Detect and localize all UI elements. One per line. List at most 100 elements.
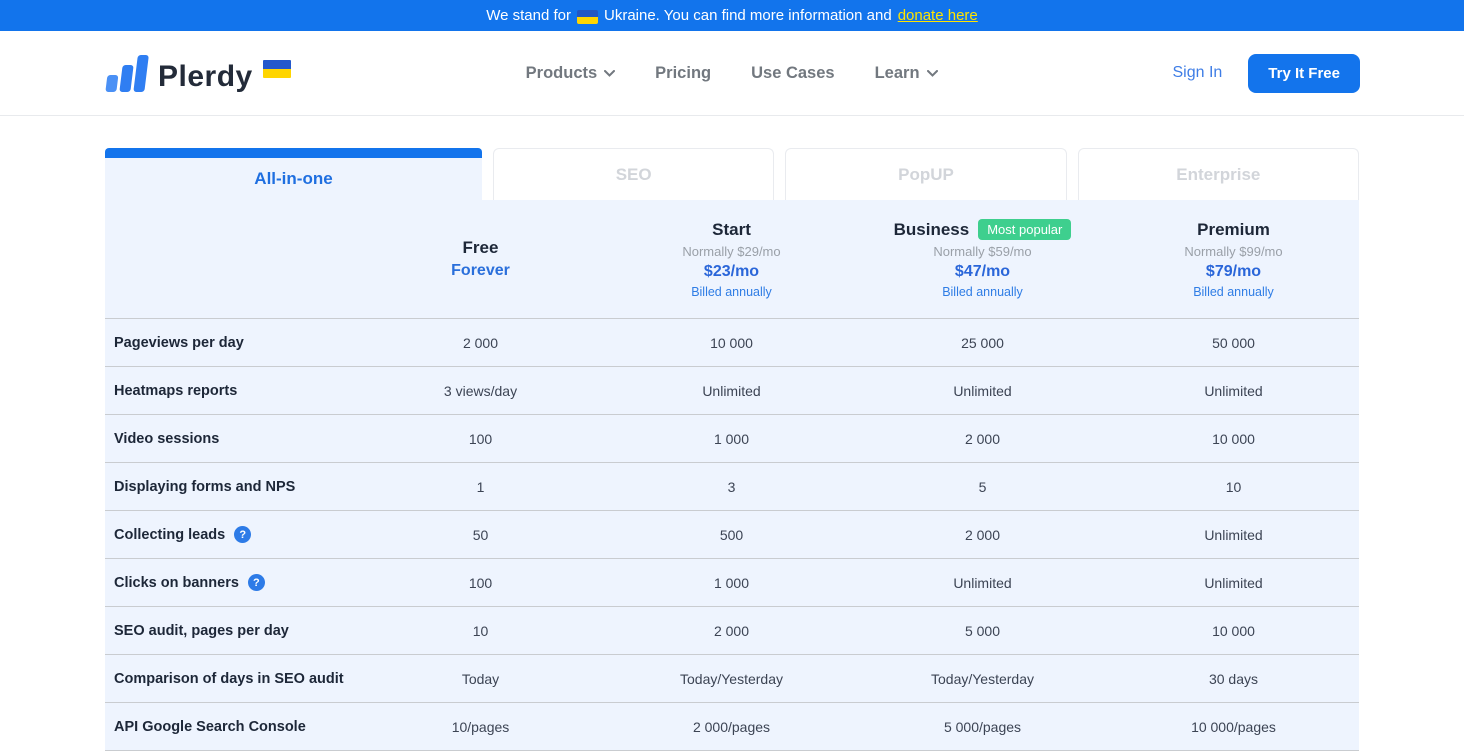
tab-popup[interactable]: PopUP xyxy=(785,148,1066,200)
feature-label: Comparison of days in SEO audit xyxy=(114,671,344,687)
brand-wordmark: Plerdy xyxy=(158,62,253,92)
feature-value: 1 000 xyxy=(606,559,857,606)
banner-text-after: Ukraine. You can find more information a… xyxy=(604,7,892,24)
feature-value: 10/pages xyxy=(355,703,606,750)
feature-value: Today xyxy=(355,655,606,702)
donate-link[interactable]: donate here xyxy=(898,7,978,24)
feature-value: 25 000 xyxy=(857,319,1108,366)
nav-item-learn[interactable]: Learn xyxy=(875,64,938,83)
tab-enterprise[interactable]: Enterprise xyxy=(1078,148,1359,200)
feature-value: 10 xyxy=(1108,463,1359,510)
most-popular-badge: Most popular xyxy=(978,219,1071,240)
sign-in-link[interactable]: Sign In xyxy=(1172,64,1222,82)
plan-billing-note: Billed annually xyxy=(942,285,1023,299)
feature-value: 100 xyxy=(355,559,606,606)
feature-value: Unlimited xyxy=(1108,367,1359,414)
feature-value: 10 000 xyxy=(606,319,857,366)
plans-header: Free Forever Start Normally $29/mo $23/m… xyxy=(105,200,1359,318)
plan-normal-price: Normally $59/mo xyxy=(933,244,1031,259)
feature-value: 5 000/pages xyxy=(857,703,1108,750)
feature-value: Today/Yesterday xyxy=(606,655,857,702)
feature-value: Unlimited xyxy=(606,367,857,414)
feature-value: 10 xyxy=(355,607,606,654)
feature-value: Today/Yesterday xyxy=(857,655,1108,702)
feature-value: 1 xyxy=(355,463,606,510)
feature-label: Pageviews per day xyxy=(114,335,244,351)
help-icon[interactable]: ? xyxy=(234,526,251,543)
plan-billing-note: Billed annually xyxy=(691,285,772,299)
feature-label: Displaying forms and NPS xyxy=(114,479,295,495)
plan-name: Free xyxy=(463,238,499,258)
feature-label: Video sessions xyxy=(114,431,219,447)
feature-value: 30 days xyxy=(1108,655,1359,702)
nav-item-pricing[interactable]: Pricing xyxy=(655,64,711,83)
table-row: Pageviews per day 2 000 10 000 25 000 50… xyxy=(105,318,1359,366)
feature-value: 10 000/pages xyxy=(1108,703,1359,750)
feature-value: 1 000 xyxy=(606,415,857,462)
table-row: SEO audit, pages per day 10 2 000 5 000 … xyxy=(105,606,1359,654)
feature-value: 2 000 xyxy=(606,607,857,654)
plerdy-logo[interactable]: Plerdy xyxy=(104,54,291,92)
nav-item-use-cases[interactable]: Use Cases xyxy=(751,64,834,83)
table-row: API Google Search Console 10/pages 2 000… xyxy=(105,702,1359,750)
feature-label: API Google Search Console xyxy=(114,719,306,735)
feature-value: 2 000/pages xyxy=(606,703,857,750)
plan-premium: Premium Normally $99/mo $79/mo Billed an… xyxy=(1108,200,1359,318)
main-nav: Products Pricing Use Cases Learn xyxy=(291,64,1173,83)
feature-label: Heatmaps reports xyxy=(114,383,237,399)
feature-label: Collecting leads xyxy=(114,527,225,543)
feature-value: 2 000 xyxy=(857,415,1108,462)
feature-value: Unlimited xyxy=(857,559,1108,606)
feature-value: 100 xyxy=(355,415,606,462)
plan-name: Business xyxy=(894,220,970,240)
try-it-free-button[interactable]: Try It Free xyxy=(1248,54,1360,93)
feature-value: 3 views/day xyxy=(355,367,606,414)
banner-text-before: We stand for xyxy=(486,7,571,24)
plan-start: Start Normally $29/mo $23/mo Billed annu… xyxy=(606,200,857,318)
nav-item-products[interactable]: Products xyxy=(526,64,616,83)
feature-value: Unlimited xyxy=(857,367,1108,414)
table-row: Displaying forms and NPS 1 3 5 10 xyxy=(105,462,1359,510)
feature-value: Unlimited xyxy=(1108,559,1359,606)
pricing-section: All-in-one SEO PopUP Enterprise Free For… xyxy=(105,148,1359,751)
table-row: Comparison of days in SEO audit Today To… xyxy=(105,654,1359,702)
tab-all-in-one[interactable]: All-in-one xyxy=(105,148,482,200)
chevron-down-icon xyxy=(604,70,615,77)
feature-value: 50 000 xyxy=(1108,319,1359,366)
plan-name: Premium xyxy=(1197,220,1270,240)
plan-normal-price: Normally $29/mo xyxy=(682,244,780,259)
feature-value: 3 xyxy=(606,463,857,510)
table-row: Clicks on banners ? 100 1 000 Unlimited … xyxy=(105,558,1359,606)
feature-value: 5 000 xyxy=(857,607,1108,654)
feature-value: Unlimited xyxy=(1108,511,1359,558)
plan-subtitle: Forever xyxy=(451,262,510,280)
plan-normal-price: Normally $99/mo xyxy=(1184,244,1282,259)
plan-business: Business Most popular Normally $59/mo $4… xyxy=(857,200,1108,318)
plan-price: $79/mo xyxy=(1206,263,1261,281)
ukraine-banner: We stand for Ukraine. You can find more … xyxy=(0,0,1464,31)
plan-name: Start xyxy=(712,220,751,240)
feature-value: 5 xyxy=(857,463,1108,510)
plerdy-logo-icon xyxy=(104,54,150,92)
plan-free: Free Forever xyxy=(355,200,606,318)
feature-value: 10 000 xyxy=(1108,607,1359,654)
plan-tabs: All-in-one SEO PopUP Enterprise xyxy=(105,148,1359,200)
ukraine-flag-icon xyxy=(577,10,598,24)
feature-value: 50 xyxy=(355,511,606,558)
help-icon[interactable]: ? xyxy=(248,574,265,591)
feature-label: SEO audit, pages per day xyxy=(114,623,289,639)
plans-header-spacer xyxy=(105,200,355,318)
plan-price: $23/mo xyxy=(704,263,759,281)
site-header: Plerdy Products Pricing Use Cases Learn … xyxy=(0,31,1464,116)
feature-value: 2 000 xyxy=(355,319,606,366)
table-row: Video sessions 100 1 000 2 000 10 000 xyxy=(105,414,1359,462)
plan-billing-note: Billed annually xyxy=(1193,285,1274,299)
plan-price: $47/mo xyxy=(955,263,1010,281)
feature-value: 10 000 xyxy=(1108,415,1359,462)
header-actions: Sign In Try It Free xyxy=(1172,54,1360,93)
pricing-table: Pageviews per day 2 000 10 000 25 000 50… xyxy=(105,318,1359,751)
tab-seo[interactable]: SEO xyxy=(493,148,774,200)
chevron-down-icon xyxy=(927,70,938,77)
feature-label: Clicks on banners xyxy=(114,575,239,591)
table-row: Collecting leads ? 50 500 2 000 Unlimite… xyxy=(105,510,1359,558)
